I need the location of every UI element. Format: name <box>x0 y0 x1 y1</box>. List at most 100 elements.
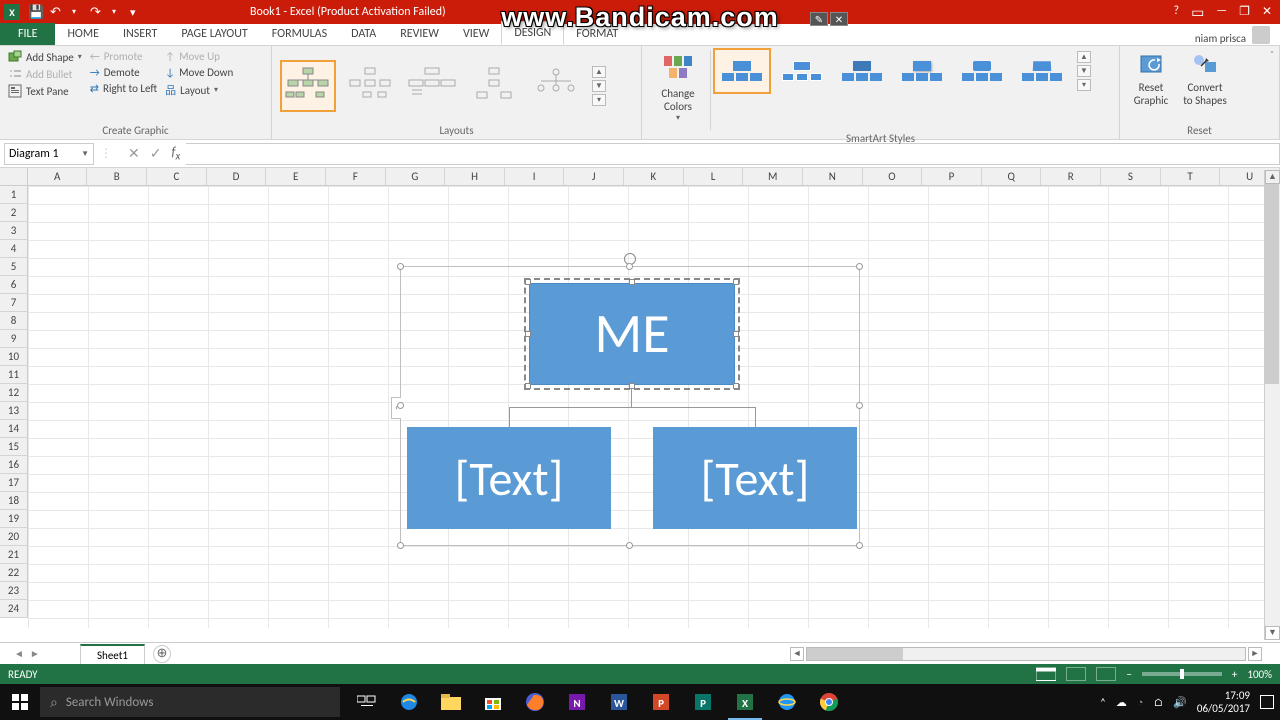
horizontal-scrollbar[interactable]: ◄ ► <box>790 647 1262 661</box>
taskbar-powerpoint-icon[interactable]: P <box>640 684 682 720</box>
scroll-right-icon[interactable]: ► <box>1248 647 1262 661</box>
tab-insert[interactable]: INSERT <box>111 23 169 45</box>
vscroll-thumb[interactable] <box>1265 184 1279 384</box>
column-header[interactable]: T <box>1161 168 1221 185</box>
shape-handle[interactable] <box>525 331 531 337</box>
smartart-object[interactable]: ‹ ME [Text] [Text] <box>400 266 860 546</box>
row-header[interactable]: 14 <box>0 420 28 438</box>
start-button[interactable] <box>0 684 40 720</box>
tray-notifications-icon[interactable] <box>1260 695 1274 709</box>
taskbar-ie2-icon[interactable] <box>766 684 808 720</box>
style-option-2[interactable] <box>775 50 829 92</box>
column-header[interactable]: L <box>684 168 744 185</box>
row-header[interactable]: 15 <box>0 438 28 456</box>
row-header[interactable]: 20 <box>0 528 28 546</box>
restore-icon[interactable]: ❐ <box>1239 4 1250 21</box>
row-header[interactable]: 19 <box>0 510 28 528</box>
column-header[interactable]: Q <box>982 168 1042 185</box>
zoom-level[interactable]: 100% <box>1247 668 1272 681</box>
styles-gallery-scroll[interactable]: ▲ ▼ ▾ <box>1077 51 1091 91</box>
tab-formulas[interactable]: FORMULAS <box>260 23 339 45</box>
taskbar-clock[interactable]: 17:09 06/05/2017 <box>1197 689 1250 715</box>
name-box[interactable]: Diagram 1 ▼ <box>4 143 94 165</box>
taskbar-onenote-icon[interactable]: N <box>556 684 598 720</box>
column-header[interactable]: N <box>803 168 863 185</box>
select-all-corner[interactable] <box>0 168 28 185</box>
view-page-layout-icon[interactable] <box>1066 667 1086 681</box>
shape-handle[interactable] <box>629 383 635 389</box>
column-header[interactable]: O <box>863 168 923 185</box>
layout-button[interactable]: 品Layout▾ <box>165 82 233 98</box>
row-header[interactable]: 17 <box>0 474 28 492</box>
more-icon[interactable]: ▾ <box>592 94 606 106</box>
shape-handle[interactable] <box>733 331 739 337</box>
resize-handle-e[interactable] <box>856 402 863 409</box>
row-header[interactable]: 12 <box>0 384 28 402</box>
tray-bandicam-icon[interactable]: ◔ <box>1137 696 1144 709</box>
down-arrow-icon[interactable]: ▼ <box>1077 65 1091 77</box>
pencil-icon[interactable]: ✎ <box>810 12 828 26</box>
shape-handle[interactable] <box>733 383 739 389</box>
up-arrow-icon[interactable]: ▲ <box>592 66 606 78</box>
scroll-up-icon[interactable]: ▲ <box>1265 170 1280 184</box>
excel-app-icon[interactable]: X <box>4 4 20 20</box>
row-header[interactable]: 9 <box>0 330 28 348</box>
column-header[interactable]: J <box>564 168 624 185</box>
ribbon-options-icon[interactable]: ▭ <box>1191 4 1204 21</box>
column-header[interactable]: S <box>1101 168 1161 185</box>
taskbar-excel-icon[interactable]: X <box>724 684 766 720</box>
save-icon[interactable]: 💾 <box>28 5 42 19</box>
resize-handle-se[interactable] <box>856 542 863 549</box>
layout-option-3[interactable] <box>404 60 460 112</box>
row-header[interactable]: 5 <box>0 258 28 276</box>
row-header[interactable]: 10 <box>0 348 28 366</box>
column-header[interactable]: K <box>624 168 684 185</box>
shape-handle[interactable] <box>525 279 531 285</box>
smartart-node-left[interactable]: [Text] <box>407 427 611 529</box>
column-header[interactable]: R <box>1041 168 1101 185</box>
move-down-button[interactable]: ↓Move Down <box>165 66 233 79</box>
worksheet-grid[interactable]: ABCDEFGHIJKLMNOPQRSTU 123456789101112131… <box>0 168 1280 628</box>
qat-customize-icon[interactable]: ▾ <box>130 6 140 19</box>
hscroll-thumb[interactable] <box>807 648 903 660</box>
row-header[interactable]: 6 <box>0 276 28 294</box>
row-header[interactable]: 16 <box>0 456 28 474</box>
wm-close-icon[interactable]: ✕ <box>830 12 848 26</box>
tray-volume-icon[interactable]: 🔊 <box>1173 696 1187 709</box>
row-header[interactable]: 21 <box>0 546 28 564</box>
taskbar-search[interactable]: ⌕ Search Windows <box>40 687 340 717</box>
tab-page-layout[interactable]: PAGE LAYOUT <box>169 23 259 45</box>
row-header[interactable]: 18 <box>0 492 28 510</box>
reset-graphic-button[interactable]: Reset Graphic <box>1128 50 1174 107</box>
close-icon[interactable]: ✕ <box>1262 4 1272 21</box>
tab-data[interactable]: DATA <box>339 23 388 45</box>
enter-icon[interactable]: ✓ <box>150 145 162 162</box>
column-header[interactable]: E <box>266 168 326 185</box>
taskbar-ie-icon[interactable] <box>388 684 430 720</box>
zoom-out-icon[interactable]: − <box>1126 668 1131 681</box>
shape-handle[interactable] <box>525 383 531 389</box>
more-icon[interactable]: ▾ <box>1077 79 1091 91</box>
layout-option-2[interactable] <box>342 60 398 112</box>
undo-icon[interactable]: ↶ <box>50 5 64 19</box>
minimize-icon[interactable]: — <box>1216 4 1227 21</box>
resize-handle-ne[interactable] <box>856 263 863 270</box>
taskbar-store-icon[interactable] <box>472 684 514 720</box>
view-normal-icon[interactable] <box>1036 667 1056 681</box>
sheet-tab-active[interactable]: Sheet1 <box>80 644 145 665</box>
redo-icon[interactable]: ↷ <box>90 5 104 19</box>
style-option-4[interactable] <box>895 50 949 92</box>
resize-handle-n[interactable] <box>626 263 633 270</box>
fx-icon[interactable]: fx <box>171 145 180 163</box>
row-header[interactable]: 3 <box>0 222 28 240</box>
name-box-dropdown-icon[interactable]: ▼ <box>81 149 89 159</box>
layout-option-4[interactable] <box>466 60 522 112</box>
up-arrow-icon[interactable]: ▲ <box>1077 51 1091 63</box>
row-header[interactable]: 24 <box>0 600 28 618</box>
tray-chevron-icon[interactable]: ˄ <box>1100 696 1106 709</box>
smartart-node-top[interactable]: ME <box>529 283 735 385</box>
avatar[interactable] <box>1252 26 1270 44</box>
column-header[interactable]: H <box>445 168 505 185</box>
row-header[interactable]: 11 <box>0 366 28 384</box>
shape-handle[interactable] <box>733 279 739 285</box>
